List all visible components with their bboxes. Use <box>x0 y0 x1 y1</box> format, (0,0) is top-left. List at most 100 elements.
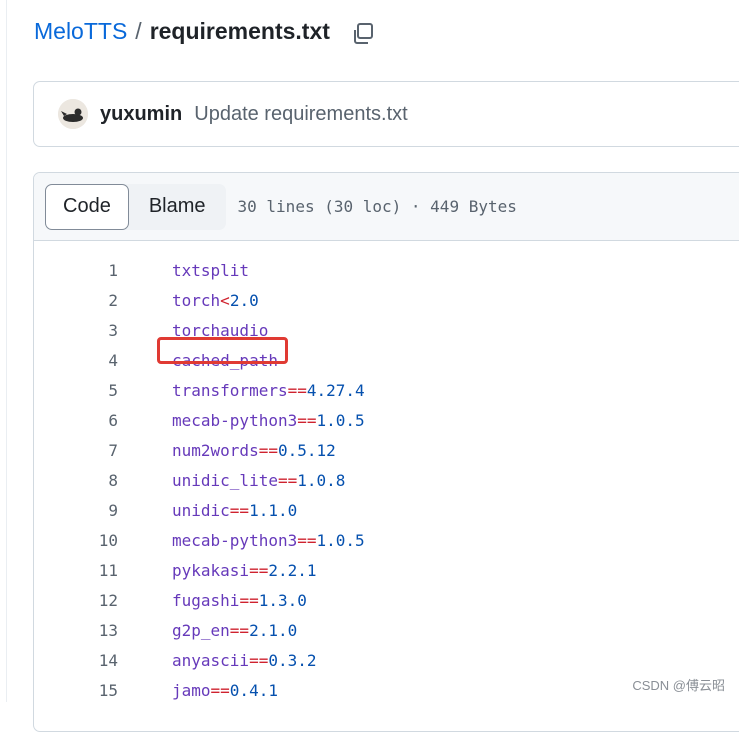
code-text: g2p_en==2.1.0 <box>172 621 297 640</box>
line-number[interactable]: 14 <box>34 651 118 670</box>
code-text: mecab-python3==1.0.5 <box>172 411 365 430</box>
version-operator: == <box>249 650 269 670</box>
version-operator: == <box>277 470 298 490</box>
version-operator: == <box>258 440 278 460</box>
version-number: 1.1.0 <box>249 500 298 520</box>
version-number: 1.0.5 <box>316 530 365 550</box>
copy-icon <box>354 23 373 44</box>
code-line: 4 cached_path <box>34 345 739 375</box>
repo-link[interactable]: MeloTTS <box>34 18 127 45</box>
version-operator: == <box>229 500 250 520</box>
tab-code[interactable]: Code <box>45 183 129 230</box>
package-name: jamo <box>172 680 211 700</box>
line-number[interactable]: 12 <box>34 591 118 610</box>
code-line: 6 mecab-python3==1.0.5 <box>34 405 739 435</box>
code-text: pykakasi==2.2.1 <box>172 561 317 580</box>
file-meta: 30 lines (30 loc) · 449 Bytes <box>237 197 517 216</box>
code-text: mecab-python3==1.0.5 <box>172 531 365 550</box>
line-number[interactable]: 3 <box>34 321 118 340</box>
line-number[interactable]: 5 <box>34 381 118 400</box>
file-name: requirements.txt <box>149 18 330 44</box>
code-line: 11 pykakasi==2.2.1 <box>34 555 739 585</box>
line-number[interactable]: 1 <box>34 261 118 280</box>
version-number: 1.0.5 <box>316 410 365 430</box>
code-text: unidic_lite==1.0.8 <box>172 471 345 490</box>
code-line: 2 torch<2.0 <box>34 285 739 315</box>
code-line: 8 unidic_lite==1.0.8 <box>34 465 739 495</box>
view-toggle: Code Blame <box>45 183 226 230</box>
highlight-annotation-box <box>157 337 288 364</box>
line-number[interactable]: 9 <box>34 501 118 520</box>
breadcrumb: MeloTTS / requirements.txt <box>34 18 330 45</box>
line-number[interactable]: 13 <box>34 621 118 640</box>
line-number[interactable]: 8 <box>34 471 118 490</box>
version-number: 2.0 <box>229 290 259 310</box>
version-number: 0.4.1 <box>229 680 278 700</box>
left-sidebar-edge <box>0 0 7 702</box>
file-header: Code Blame 30 lines (30 loc) · 449 Bytes <box>34 173 739 241</box>
version-operator: == <box>297 530 317 550</box>
version-operator: == <box>229 620 250 640</box>
version-number: 2.1.0 <box>249 620 298 640</box>
commit-author[interactable]: yuxumin <box>100 103 182 126</box>
line-number[interactable]: 15 <box>34 681 118 700</box>
code-text: txtsplit <box>172 261 249 280</box>
file-viewer: Code Blame 30 lines (30 loc) · 449 Bytes… <box>33 172 739 732</box>
watermark: CSDN @傅云昭 <box>632 678 725 693</box>
package-name: g2p_en <box>172 620 230 640</box>
code-text: transformers==4.27.4 <box>172 381 365 400</box>
package-name: pykakasi <box>172 560 250 580</box>
package-name: anyascii <box>172 650 250 670</box>
line-number[interactable]: 11 <box>34 561 118 580</box>
package-name: torch <box>172 290 221 310</box>
code-line: 3 torchaudio <box>34 315 739 345</box>
tab-blame[interactable]: Blame <box>129 184 226 230</box>
package-name: mecab-python3 <box>172 530 298 550</box>
package-name: txtsplit <box>172 260 250 280</box>
version-operator: == <box>249 560 269 580</box>
package-name: num2words <box>172 440 259 460</box>
package-name: transformers <box>172 380 288 400</box>
version-number: 1.0.8 <box>297 470 346 490</box>
code-line: 10 mecab-python3==1.0.5 <box>34 525 739 555</box>
version-number: 1.3.0 <box>258 590 307 610</box>
code-text: num2words==0.5.12 <box>172 441 336 460</box>
latest-commit-bar: yuxumin Update requirements.txt <box>33 81 739 147</box>
code-line: 9 unidic==1.1.0 <box>34 495 739 525</box>
breadcrumb-separator: / <box>135 18 142 44</box>
version-operator: == <box>287 380 307 400</box>
avatar-image-icon <box>58 99 88 129</box>
copy-path-button[interactable] <box>349 20 377 48</box>
code-line: 12 fugashi==1.3.0 <box>34 585 739 615</box>
code-text: anyascii==0.3.2 <box>172 651 317 670</box>
version-operator: == <box>239 590 259 610</box>
package-name: mecab-python3 <box>172 410 298 430</box>
code-line: 1 txtsplit <box>34 255 739 285</box>
version-number: 0.3.2 <box>268 650 317 670</box>
line-number[interactable]: 7 <box>34 441 118 460</box>
package-name: unidic_lite <box>172 470 278 490</box>
version-number: 2.2.1 <box>268 560 317 580</box>
code-line: 5 transformers==4.27.4 <box>34 375 739 405</box>
package-name: unidic <box>172 500 230 520</box>
code-line: 13 g2p_en==2.1.0 <box>34 615 739 645</box>
version-number: 0.5.12 <box>277 440 336 460</box>
code-text: fugashi==1.3.0 <box>172 591 307 610</box>
code-text: unidic==1.1.0 <box>172 501 297 520</box>
version-operator: < <box>220 290 230 310</box>
avatar[interactable] <box>58 99 88 129</box>
code-text: jamo==0.4.1 <box>172 681 278 700</box>
commit-message[interactable]: Update requirements.txt <box>194 103 407 126</box>
version-number: 4.27.4 <box>306 380 365 400</box>
version-operator: == <box>210 680 230 700</box>
code-body: 1 txtsplit 2 torch<2.0 3 torchaudio 4 cached_pa… <box>34 241 739 705</box>
line-number[interactable]: 6 <box>34 411 118 430</box>
version-operator: == <box>297 410 317 430</box>
code-line: 7 num2words==0.5.12 <box>34 435 739 465</box>
line-number[interactable]: 10 <box>34 531 118 550</box>
line-number[interactable]: 2 <box>34 291 118 310</box>
code-text: torch<2.0 <box>172 291 259 310</box>
code-line: 14 anyascii==0.3.2 <box>34 645 739 675</box>
line-number[interactable]: 4 <box>34 351 118 370</box>
package-name: fugashi <box>172 590 240 610</box>
